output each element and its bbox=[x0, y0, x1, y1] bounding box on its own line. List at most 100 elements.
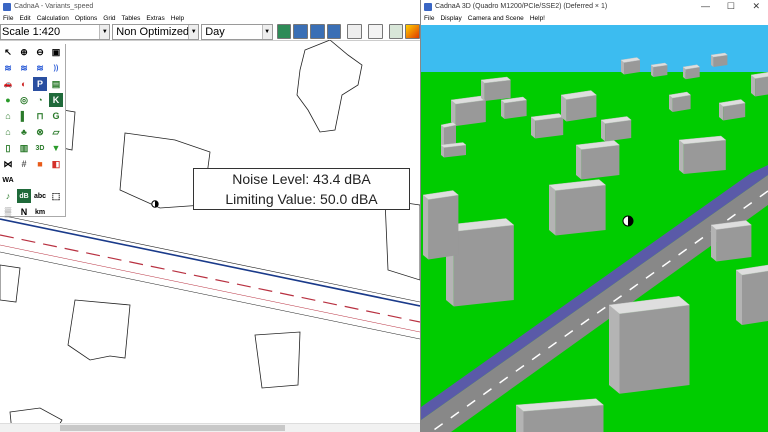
optimization-dropdown[interactable]: Non Optimized Ba ▼ bbox=[112, 23, 200, 40]
blank-4-icon[interactable] bbox=[49, 205, 63, 219]
menu-help[interactable]: Help bbox=[171, 15, 184, 22]
traffic-light-icon[interactable]: ◐ bbox=[17, 77, 31, 91]
receiver-point-icon[interactable]: ● bbox=[1, 93, 15, 107]
building-3d-wall bbox=[455, 100, 486, 126]
menu-bar: File Edit Calculation Options Grid Table… bbox=[0, 13, 420, 23]
scale-dropdown[interactable]: Scale 1:420 ▼ bbox=[0, 23, 111, 40]
zoom-in-icon[interactable]: ⊕ bbox=[17, 45, 31, 59]
blank-1-icon[interactable] bbox=[17, 173, 31, 187]
receiver-marker-3d[interactable] bbox=[622, 215, 634, 227]
polygon-icon[interactable]: ▱ bbox=[49, 125, 63, 139]
road-centerline bbox=[0, 234, 420, 323]
barrier-icon[interactable]: ▥ bbox=[17, 141, 31, 155]
hatch-icon[interactable]: ▒ bbox=[1, 205, 15, 219]
3d-icon[interactable]: 3D bbox=[33, 141, 47, 155]
building-outline bbox=[67, 299, 131, 361]
3d-scene-viewport[interactable] bbox=[421, 25, 768, 432]
zoom-window-icon[interactable]: ▣ bbox=[49, 45, 63, 59]
calculator-icon[interactable] bbox=[388, 24, 404, 39]
menu-file-3d[interactable]: File bbox=[424, 15, 434, 22]
building-3d-wall bbox=[549, 185, 556, 236]
scrollbar-thumb[interactable] bbox=[60, 425, 285, 431]
gauge-icon[interactable]: ◔ bbox=[33, 93, 47, 107]
building-3d-wall bbox=[535, 117, 564, 139]
antenna-icon[interactable]: ◎ bbox=[17, 93, 31, 107]
parking-icon[interactable]: P bbox=[33, 77, 47, 91]
receiver-marker[interactable] bbox=[151, 200, 159, 208]
blank-2-icon[interactable] bbox=[33, 173, 47, 187]
minimize-icon[interactable]: — bbox=[701, 1, 710, 11]
train-icon[interactable]: ▤ bbox=[49, 77, 63, 91]
bridge-icon[interactable]: ⊓ bbox=[33, 109, 47, 123]
open-icon[interactable] bbox=[276, 24, 292, 39]
road-edge bbox=[0, 244, 420, 333]
maximize-icon[interactable]: ☐ bbox=[727, 1, 735, 12]
noise-tooltip: Noise Level: 43.4 dBA Limiting Value: 50… bbox=[193, 168, 410, 210]
optimization-value: Non Optimized Ba bbox=[116, 25, 200, 38]
menu-options[interactable]: Options bbox=[75, 15, 97, 22]
menu-bar-3d: File Display Camera and Scene Help! bbox=[421, 13, 768, 23]
print-icon[interactable] bbox=[347, 24, 362, 39]
grid-icon[interactable]: # bbox=[17, 157, 31, 171]
menu-calculation[interactable]: Calculation bbox=[37, 15, 69, 22]
save-icon[interactable] bbox=[293, 24, 308, 39]
area-source-icon[interactable]: ≋ bbox=[17, 61, 31, 75]
road-edge bbox=[0, 214, 420, 303]
tree-icon[interactable]: ♣ bbox=[17, 125, 31, 139]
north-arrow-icon[interactable]: N bbox=[17, 205, 31, 219]
wall-icon[interactable]: ▌ bbox=[17, 109, 31, 123]
building-3d-wall bbox=[716, 225, 752, 262]
close-icon[interactable]: ✕ bbox=[752, 1, 760, 12]
color-map-icon[interactable]: ■ bbox=[33, 157, 47, 171]
palette-icon[interactable]: ◧ bbox=[49, 157, 63, 171]
cylinder-icon[interactable]: ▯ bbox=[1, 141, 15, 155]
menu-camera-scene-3d[interactable]: Camera and Scene bbox=[468, 15, 524, 22]
bowtie-icon[interactable]: ⋈ bbox=[1, 157, 15, 171]
building-3d-wall bbox=[555, 185, 606, 236]
title-bar-3d: CadnaA 3D (Quadro M1200/PCIe/SSE2) (Defe… bbox=[421, 0, 768, 13]
blank-3-icon[interactable] bbox=[49, 173, 63, 187]
menu-extras[interactable]: Extras bbox=[146, 15, 164, 22]
save-all-icon[interactable] bbox=[326, 24, 342, 39]
car-icon[interactable]: 🚗 bbox=[1, 77, 15, 91]
building-3d-wall bbox=[711, 225, 717, 262]
color-grid-icon[interactable] bbox=[405, 24, 420, 39]
building-3d-wall bbox=[609, 305, 620, 394]
k-icon[interactable]: K bbox=[49, 93, 63, 107]
crosshair-icon[interactable]: ⊗ bbox=[33, 125, 47, 139]
building-icon[interactable]: ⌂ bbox=[1, 109, 15, 123]
period-value: Day bbox=[205, 25, 225, 38]
text-abc-icon[interactable]: abc bbox=[33, 189, 47, 203]
menu-grid[interactable]: Grid bbox=[103, 15, 115, 22]
building-3d-wall bbox=[679, 140, 684, 174]
menu-file[interactable]: File bbox=[3, 15, 13, 22]
frame-icon[interactable]: ⬚ bbox=[49, 189, 63, 203]
building-3d-wall bbox=[605, 120, 632, 142]
noise-level-text: Noise Level: 43.4 dBA bbox=[232, 171, 371, 187]
building-outline bbox=[296, 40, 363, 133]
terrain-icon[interactable]: ▼ bbox=[49, 141, 63, 155]
wa-icon[interactable]: WA bbox=[1, 173, 15, 187]
house-icon[interactable]: ⌂ bbox=[1, 125, 15, 139]
report-icon[interactable] bbox=[368, 24, 383, 39]
period-dropdown[interactable]: Day ▼ bbox=[201, 23, 273, 40]
source-wave-icon[interactable]: ≋ bbox=[1, 61, 15, 75]
building-3d-wall bbox=[504, 100, 527, 119]
signal-icon[interactable]: )) bbox=[49, 61, 63, 75]
menu-edit[interactable]: Edit bbox=[19, 15, 30, 22]
chevron-down-icon: ▼ bbox=[99, 24, 110, 39]
menu-tables[interactable]: Tables bbox=[122, 15, 141, 22]
noise-marker-icon[interactable]: ♪ bbox=[1, 189, 15, 203]
building-3d-wall bbox=[619, 305, 690, 394]
zoom-out-icon[interactable]: ⊖ bbox=[33, 45, 47, 59]
pointer-tool-icon[interactable]: ↖ bbox=[1, 45, 15, 59]
cadna-2d-window: CadnaA - Variants_speed File Edit Calcul… bbox=[0, 0, 421, 432]
scale-bar-icon[interactable]: km bbox=[33, 205, 47, 219]
db-icon[interactable]: dB bbox=[17, 189, 31, 203]
save-as-icon[interactable] bbox=[309, 24, 325, 39]
horizontal-scrollbar[interactable] bbox=[0, 423, 420, 432]
line-source-icon[interactable]: ≋ bbox=[33, 61, 47, 75]
menu-help-3d[interactable]: Help! bbox=[530, 15, 545, 22]
menu-display-3d[interactable]: Display bbox=[440, 15, 461, 22]
g-icon[interactable]: G bbox=[49, 109, 63, 123]
